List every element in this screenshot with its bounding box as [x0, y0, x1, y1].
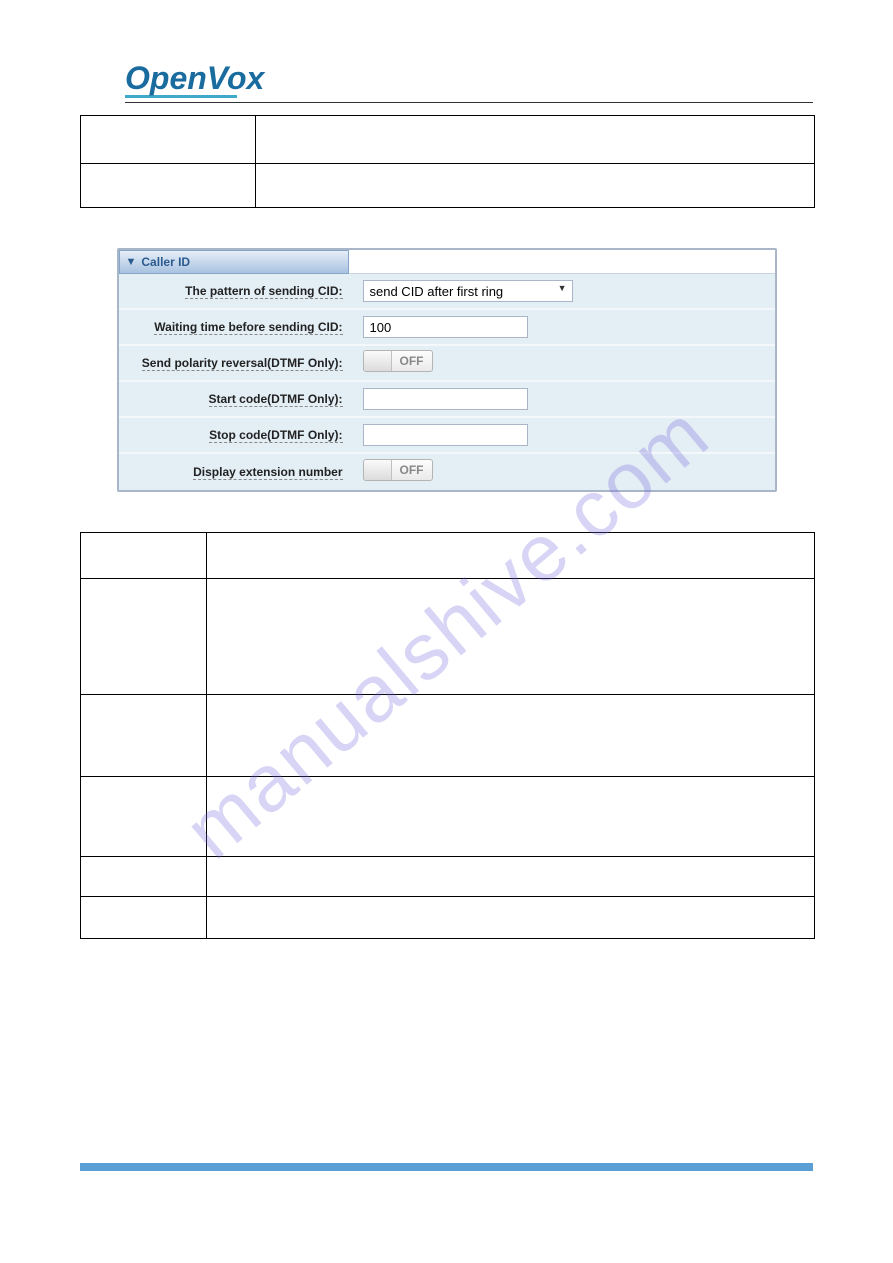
startcode-input[interactable] — [363, 388, 528, 410]
toggle-label: OFF — [392, 463, 432, 477]
table-cell — [81, 116, 256, 164]
logo-vox: Vox — [207, 60, 265, 96]
header-divider — [125, 102, 813, 103]
footer-bar — [80, 1163, 813, 1171]
table-cell — [81, 579, 207, 695]
label-stopcode: Stop code(DTMF Only): — [209, 428, 342, 443]
label-waiting: Waiting time before sending CID: — [154, 320, 342, 335]
waiting-input[interactable] — [363, 316, 528, 338]
displayext-toggle[interactable]: OFF — [363, 459, 433, 481]
panel-title: Caller ID — [141, 255, 190, 269]
label-displayext: Display extension number — [193, 465, 342, 480]
table-cell — [206, 533, 814, 579]
table-cell — [255, 164, 814, 208]
polarity-toggle[interactable]: OFF — [363, 350, 433, 372]
label-startcode: Start code(DTMF Only): — [209, 392, 343, 407]
panel-header-spacer — [349, 250, 775, 274]
table-cell — [255, 116, 814, 164]
toggle-label: OFF — [392, 354, 432, 368]
table-cell — [206, 777, 814, 857]
table-top — [80, 115, 815, 208]
table-cell — [81, 897, 207, 939]
stopcode-input[interactable] — [363, 424, 528, 446]
caller-id-panel: ▼ Caller ID The pattern of sending CID: … — [117, 248, 777, 492]
table-cell — [81, 857, 207, 897]
logo: OpenVox — [125, 60, 813, 98]
collapse-icon: ▼ — [126, 256, 137, 268]
label-pattern: The pattern of sending CID: — [185, 284, 342, 299]
toggle-knob — [364, 460, 392, 480]
table-cell — [206, 695, 814, 777]
table-cell — [206, 579, 814, 695]
toggle-knob — [364, 351, 392, 371]
table-cell — [81, 164, 256, 208]
table-bottom — [80, 532, 815, 939]
table-cell — [206, 857, 814, 897]
label-polarity: Send polarity reversal(DTMF Only): — [142, 356, 343, 371]
table-cell — [81, 695, 207, 777]
table-cell — [81, 777, 207, 857]
table-cell — [206, 897, 814, 939]
panel-header[interactable]: ▼ Caller ID — [119, 250, 349, 274]
pattern-select[interactable]: send CID after first ring — [363, 280, 573, 302]
logo-open: Open — [125, 60, 207, 96]
table-cell — [81, 533, 207, 579]
